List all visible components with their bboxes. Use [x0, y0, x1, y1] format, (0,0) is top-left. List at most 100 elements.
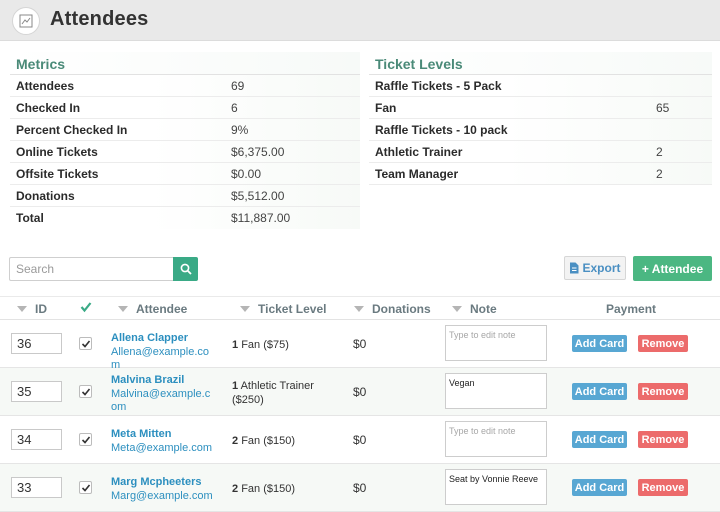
metric-row: Online Tickets $6,375.00	[10, 141, 360, 163]
add-card-button[interactable]: Add Card	[572, 335, 627, 352]
add-card-button[interactable]: Add Card	[572, 479, 627, 496]
note-textarea[interactable]: Seat by Vonnie Reeve	[445, 469, 547, 505]
remove-button[interactable]: Remove	[638, 335, 688, 352]
ticket-level-label: Athletic Trainer	[375, 144, 463, 159]
donation-amount: $0	[353, 385, 367, 399]
metric-label: Offsite Tickets	[16, 166, 99, 181]
attendee-email-link[interactable]: Marg@example.com	[111, 490, 213, 503]
search-input[interactable]	[9, 257, 173, 281]
id-field[interactable]: 35	[11, 381, 62, 402]
checkmark-icon	[81, 339, 90, 348]
id-field[interactable]: 34	[11, 429, 62, 450]
ticket-quantity: 2	[232, 435, 239, 447]
filter-icon[interactable]	[452, 306, 462, 312]
metric-value: $6,375.00	[231, 144, 285, 159]
remove-button[interactable]: Remove	[638, 479, 688, 496]
metric-label: Donations	[16, 188, 75, 203]
metric-row: Offsite Tickets $0.00	[10, 163, 360, 185]
add-card-button[interactable]: Add Card	[572, 383, 627, 400]
filter-icon[interactable]	[17, 306, 27, 312]
metric-label: Percent Checked In	[16, 122, 128, 137]
metric-value: 69	[231, 78, 245, 93]
donation-amount: $0	[353, 481, 367, 495]
attendees-table: ID Attendee Ticket Level Donations Note …	[0, 296, 720, 512]
ticket-level-label: Raffle Tickets - 5 Pack	[375, 78, 502, 93]
chart-icon	[12, 7, 40, 35]
ticket-level-cell: 2 Fan ($150)	[232, 434, 332, 448]
ticket-name: Athletic Trainer ($250)	[232, 380, 314, 406]
add-card-button[interactable]: Add Card	[572, 431, 627, 448]
remove-button[interactable]: Remove	[638, 431, 688, 448]
metric-row: Attendees 69	[10, 75, 360, 97]
ticket-level-row: Fan 65	[369, 97, 712, 119]
column-label: Donations	[372, 302, 431, 316]
table-header: ID Attendee Ticket Level Donations Note …	[0, 296, 720, 320]
metric-value: $5,512.00	[231, 188, 285, 203]
ticket-quantity: 2	[232, 483, 239, 495]
donation-amount: $0	[353, 337, 367, 351]
attendee-name-link[interactable]: Marg Mcpheeters	[111, 476, 201, 488]
checkmark-icon	[81, 435, 90, 444]
checked-in-checkbox[interactable]	[79, 337, 92, 350]
attendee-name-link[interactable]: Malvina Brazil	[111, 374, 184, 386]
id-field[interactable]: 33	[11, 477, 62, 498]
ticket-level-label: Fan	[375, 100, 397, 115]
add-attendee-button[interactable]: + Attendee	[633, 256, 712, 281]
ticket-level-row: Raffle Tickets - 5 Pack	[369, 75, 712, 97]
attendee-name-link[interactable]: Allena Clapper	[111, 332, 188, 344]
metric-row: Donations $5,512.00	[10, 185, 360, 207]
metrics-title: Metrics	[10, 52, 360, 75]
ticket-level-cell: 1 Athletic Trainer ($250)	[232, 379, 332, 407]
filter-icon[interactable]	[118, 306, 128, 312]
table-row: 34 Meta Mitten Meta@example.com 2 Fan ($…	[0, 416, 720, 464]
ticket-level-count: 65	[656, 100, 670, 115]
column-header-ticket-level[interactable]: Ticket Level	[240, 302, 326, 316]
column-header-id[interactable]: ID	[17, 302, 47, 316]
table-row: 33 Marg Mcpheeters Marg@example.com 2 Fa…	[0, 464, 720, 512]
ticket-level-cell: 1 Fan ($75)	[232, 338, 332, 352]
filter-icon[interactable]	[240, 306, 250, 312]
attendee-email-link[interactable]: Malvina@example.com	[111, 388, 211, 414]
ticket-levels-title: Ticket Levels	[369, 52, 712, 75]
ticket-quantity: 1	[232, 339, 239, 351]
column-header-payment: Payment	[606, 302, 656, 316]
table-row: 35 Malvina Brazil Malvina@example.com 1 …	[0, 368, 720, 416]
checkmark-icon	[81, 387, 90, 396]
id-field[interactable]: 36	[11, 333, 62, 354]
search-button[interactable]	[173, 257, 198, 281]
checked-in-checkbox[interactable]	[79, 385, 92, 398]
note-textarea[interactable]: Vegan	[445, 373, 547, 409]
ticket-level-row: Raffle Tickets - 10 pack	[369, 119, 712, 141]
metrics-panel: Metrics Attendees 69 Checked In 6 Percent …	[10, 52, 360, 229]
column-label: Note	[470, 302, 497, 316]
column-header-note[interactable]: Note	[452, 302, 497, 316]
table-row: 36 Allena Clapper Allena@example.com 1 F…	[0, 320, 720, 371]
note-textarea[interactable]: Type to edit note	[445, 325, 547, 361]
column-header-donations[interactable]: Donations	[354, 302, 431, 316]
table-toolbar: Export + Attendee	[0, 256, 720, 286]
checked-in-checkbox[interactable]	[79, 433, 92, 446]
column-header-attendee[interactable]: Attendee	[118, 302, 187, 316]
checkmark-icon	[81, 483, 90, 492]
metric-label: Total	[16, 211, 44, 225]
page-header: Attendees	[0, 0, 720, 41]
export-label: Export	[582, 261, 621, 275]
ticket-level-row: Athletic Trainer 2	[369, 141, 712, 163]
metric-row: Percent Checked In 9%	[10, 119, 360, 141]
document-icon	[570, 262, 579, 274]
checked-in-checkbox[interactable]	[79, 481, 92, 494]
page-title: Attendees	[50, 8, 149, 30]
export-button[interactable]: Export	[564, 256, 626, 280]
filter-icon[interactable]	[354, 306, 364, 312]
note-textarea[interactable]: Type to edit note	[445, 421, 547, 457]
metric-value: $0.00	[231, 166, 262, 181]
check-all-icon[interactable]	[80, 301, 92, 313]
attendee-email-link[interactable]: Meta@example.com	[111, 442, 213, 455]
attendee-name-link[interactable]: Meta Mitten	[111, 428, 172, 440]
ticket-quantity: 1	[232, 380, 239, 392]
remove-button[interactable]: Remove	[638, 383, 688, 400]
ticket-level-label: Team Manager	[375, 166, 459, 181]
metric-value: $11,887.00	[231, 211, 291, 225]
ticket-level-count: 2	[656, 144, 663, 159]
metric-value: 9%	[231, 122, 249, 137]
